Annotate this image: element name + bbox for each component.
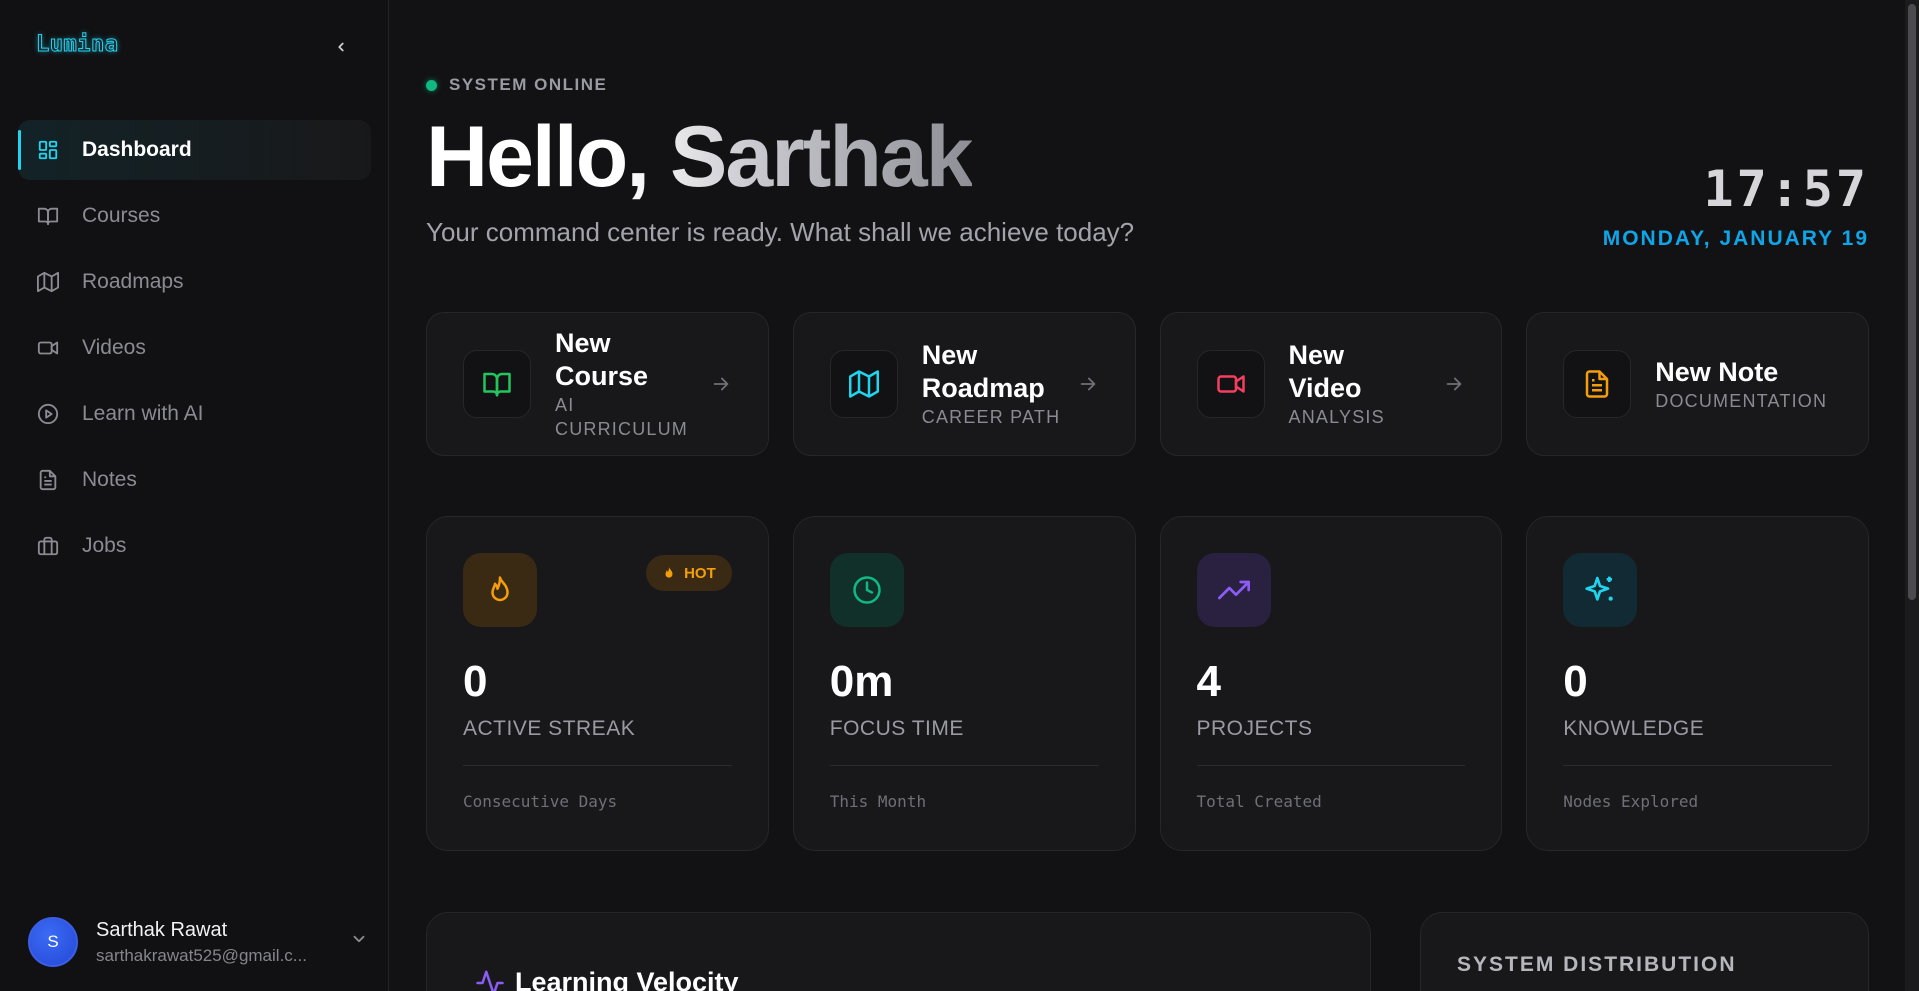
stat-card-knowledge: 0 KNOWLEDGE Nodes Explored [1526, 516, 1869, 851]
stat-value: 4 [1196, 657, 1221, 706]
sidebar-item-label: Jobs [82, 534, 127, 557]
status-dot [426, 79, 437, 91]
book-icon [36, 204, 60, 228]
sidebar-item-label: Videos [82, 336, 146, 359]
stat-label: FOCUS TIME [829, 717, 964, 740]
stat-note: This Month [829, 792, 927, 811]
action-title: New Course [555, 328, 649, 391]
sidebar-item-jobs[interactable]: Jobs [18, 516, 371, 576]
sidebar-item-dashboard[interactable]: Dashboard [18, 120, 371, 180]
action-subtitle: DOCUMENTATION [1655, 390, 1828, 411]
sidebar-item-learn-with-ai[interactable]: Learn with AI [18, 384, 371, 444]
date: MONDAY, JANUARY 19 [1602, 227, 1869, 250]
action-title: New Video [1288, 340, 1362, 403]
file-text-icon [1563, 350, 1632, 418]
sidebar-item-label: Roadmaps [82, 270, 184, 293]
arrow-right-icon [1077, 373, 1099, 400]
stat-label: ACTIVE STREAK [463, 717, 636, 740]
status-text: SYSTEM ONLINE [449, 75, 608, 94]
new-course-button[interactable]: New Course AI CURRICULUM [426, 312, 769, 456]
stat-note: Total Created [1196, 792, 1322, 811]
sidebar-nav: Dashboard Courses Roadmaps Videos Learn … [18, 120, 371, 582]
quick-actions: New Course AI CURRICULUM New Roadmap CAR… [426, 312, 1869, 456]
collapse-sidebar-button[interactable] [328, 34, 354, 60]
stat-label: PROJECTS [1196, 717, 1313, 740]
new-roadmap-button[interactable]: New Roadmap CAREER PATH [792, 312, 1136, 456]
page-subtitle: Your command center is ready. What shall… [426, 217, 1135, 247]
status-badge: HOT [646, 555, 732, 591]
user-menu[interactable]: S Sarthak Rawat sarthakrawat525@gmail.c.… [28, 914, 368, 970]
play-circle-icon [36, 402, 60, 426]
learning-velocity-panel: Learning Velocity [426, 912, 1371, 991]
stat-note: Nodes Explored [1563, 792, 1699, 811]
scrollbar[interactable] [1905, 0, 1919, 991]
app-logo[interactable]: Lumina [35, 32, 118, 58]
status-indicator: SYSTEM ONLINE [426, 75, 607, 95]
new-video-button[interactable]: New Video ANALYSIS [1159, 312, 1503, 456]
video-icon [1196, 350, 1265, 418]
sidebar-item-label: Notes [82, 468, 137, 491]
user-email: sarthakrawat525@gmail.c... [96, 945, 307, 965]
book-open-icon [463, 350, 531, 418]
panel-title: SYSTEM DISTRIBUTION [1457, 953, 1737, 976]
page-title: Hello, Sarthak [426, 109, 974, 205]
scrollbar-thumb[interactable] [1908, 4, 1916, 600]
map-icon [36, 270, 60, 294]
activity-icon [476, 970, 504, 991]
user-name: Sarthak Rawat [96, 918, 228, 941]
video-icon [36, 336, 60, 360]
sidebar-item-label: Dashboard [82, 138, 192, 161]
stat-label: KNOWLEDGE [1563, 717, 1705, 740]
clock-icon [829, 553, 904, 627]
action-title: New Roadmap [921, 340, 1045, 403]
stat-card-focus: 0m FOCUS TIME This Month [792, 516, 1136, 851]
arrow-right-icon [1443, 373, 1465, 400]
action-subtitle: ANALYSIS [1288, 407, 1385, 427]
stat-card-projects: 4 PROJECTS Total Created [1159, 516, 1503, 851]
flame-icon [463, 553, 537, 627]
stat-value: 0 [1563, 657, 1588, 706]
briefcase-icon [36, 534, 60, 558]
stat-note: Consecutive Days [463, 792, 618, 811]
divider [1563, 765, 1832, 766]
sidebar-item-notes[interactable]: Notes [18, 450, 371, 510]
main-content: SYSTEM ONLINE Hello, Sarthak Your comman… [426, 0, 1869, 991]
divider [1196, 765, 1466, 766]
sidebar-item-videos[interactable]: Videos [18, 318, 371, 378]
chevron-down-icon[interactable] [350, 930, 368, 953]
badge-label: HOT [684, 564, 716, 582]
dashboard-icon [36, 138, 60, 162]
sidebar-item-roadmaps[interactable]: Roadmaps [18, 252, 371, 312]
stat-value: 0m [829, 657, 894, 706]
stat-value: 0 [463, 657, 488, 706]
avatar: S [28, 917, 78, 967]
divider [463, 765, 732, 766]
sidebar-item-courses[interactable]: Courses [18, 186, 371, 246]
new-note-button[interactable]: New Note DOCUMENTATION [1526, 312, 1869, 456]
action-subtitle: CAREER PATH [921, 407, 1061, 427]
divider [829, 765, 1099, 766]
arrow-right-icon [710, 373, 732, 400]
sparkles-icon [1563, 553, 1638, 627]
flame-icon [665, 567, 673, 578]
action-subtitle: AI CURRICULUM [555, 395, 688, 439]
map-icon [829, 350, 898, 418]
system-distribution-panel: SYSTEM DISTRIBUTION [1420, 912, 1869, 991]
sidebar: Lumina Dashboard Courses Roadmaps Videos… [0, 0, 389, 991]
sidebar-item-label: Courses [82, 204, 161, 227]
stat-card-streak: HOT 0 ACTIVE STREAK Consecutive Days [426, 516, 769, 851]
panel-title: Learning Velocity [515, 967, 739, 991]
sidebar-item-label: Learn with AI [82, 402, 204, 425]
action-title: New Note [1655, 356, 1779, 387]
chevron-left-icon [338, 42, 344, 52]
clock: 17:57 [1703, 160, 1869, 218]
file-text-icon [36, 468, 60, 492]
trending-up-icon [1196, 553, 1271, 627]
stats-grid: HOT 0 ACTIVE STREAK Consecutive Days 0m … [426, 516, 1869, 851]
